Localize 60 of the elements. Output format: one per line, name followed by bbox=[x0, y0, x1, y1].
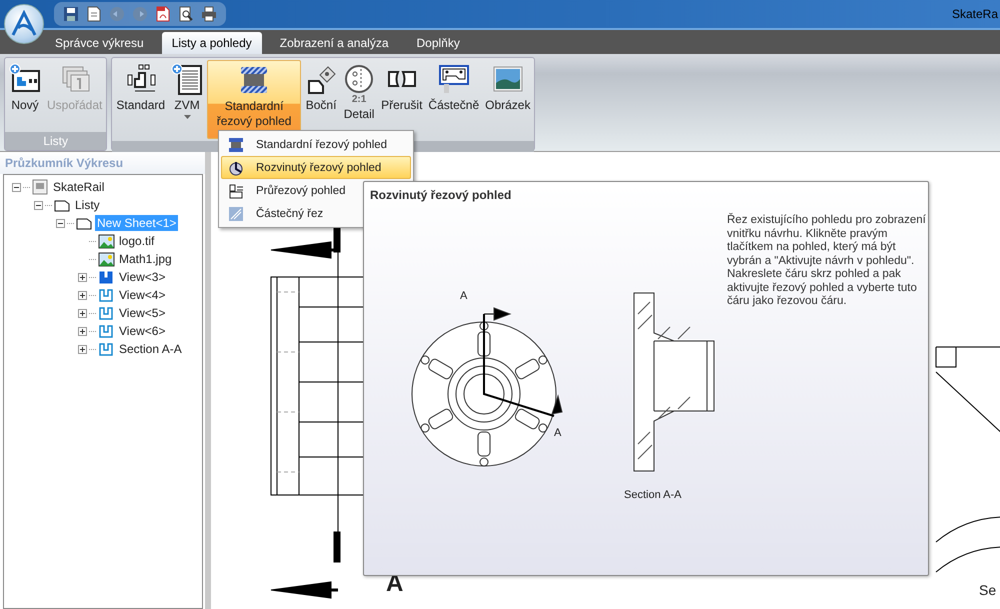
tree-item[interactable]: Section A-A bbox=[117, 341, 184, 357]
pdf-icon[interactable] bbox=[154, 5, 172, 23]
image-icon bbox=[98, 233, 115, 249]
window-title: SkateRa bbox=[952, 7, 998, 21]
collapse-icon[interactable] bbox=[12, 182, 21, 192]
tree-item[interactable]: SkateRail bbox=[51, 179, 106, 195]
ribbon-tab[interactable]: Správce výkresu bbox=[45, 32, 154, 54]
tree-item[interactable]: View<6> bbox=[117, 323, 168, 339]
section-label: A bbox=[554, 427, 562, 439]
collapse-icon[interactable] bbox=[34, 200, 43, 210]
hatched-section-icon bbox=[228, 136, 244, 152]
image-icon bbox=[98, 251, 115, 267]
drawing-file-icon bbox=[32, 179, 49, 195]
tree-item[interactable]: View<3> bbox=[117, 269, 168, 285]
detail-circle-icon bbox=[343, 63, 376, 95]
ribbon-tab[interactable]: Listy a pohledy bbox=[162, 32, 262, 54]
view-icon bbox=[98, 305, 115, 321]
ribbon-button[interactable]: Nový bbox=[7, 60, 43, 130]
tree-item[interactable]: Math1.jpg bbox=[117, 251, 174, 267]
collapse-icon[interactable] bbox=[56, 218, 65, 228]
expand-icon[interactable] bbox=[78, 290, 87, 300]
ribbon-tab[interactable]: Doplňky bbox=[406, 32, 470, 54]
lined-sheet-icon bbox=[171, 63, 204, 95]
partial-section-icon bbox=[228, 206, 244, 222]
menu-item[interactable]: Rozvinutý řezový pohled bbox=[221, 156, 411, 179]
save-icon[interactable] bbox=[62, 5, 80, 23]
scale-text: 2:1 bbox=[352, 95, 366, 105]
expand-icon[interactable] bbox=[78, 272, 87, 282]
tooltip-description: Řez existujícího pohledu pro zobrazení vnitřku návrhu. Klikněte pravým tlačítkem na pohled, který má být vybrán a "Aktivujte návrh v pohledu". Nakreslete čáru skrz pohled a pak aktivujte řezový pohled a vyberte tuto čáru jako řezovou čáru. bbox=[727, 214, 927, 308]
ribbon-button[interactable]: Obrázek bbox=[483, 60, 532, 139]
caret-icon bbox=[184, 115, 191, 119]
app-logo-icon[interactable] bbox=[4, 4, 44, 44]
expand-icon[interactable] bbox=[78, 308, 87, 318]
ribbon-button[interactable]: Standardní řezový pohled bbox=[207, 60, 302, 139]
partial-view-icon bbox=[438, 63, 470, 95]
new-sheet-icon bbox=[9, 63, 41, 95]
section-label: A bbox=[460, 290, 468, 302]
tree-item[interactable]: logo.tif bbox=[117, 233, 156, 249]
ribbon-tab[interactable]: Zobrazení a analýza bbox=[270, 32, 398, 54]
view-icon bbox=[98, 269, 115, 285]
figure-caption: Section A-A bbox=[624, 489, 682, 501]
aligned-section-icon bbox=[228, 160, 244, 176]
ribbon-button[interactable]: Částečně bbox=[426, 60, 482, 139]
cross-section-icon bbox=[228, 182, 244, 198]
tree-item[interactable]: View<5> bbox=[117, 305, 168, 321]
magnifier-icon[interactable] bbox=[177, 5, 195, 23]
section-label: Se bbox=[979, 582, 996, 598]
ribbon-button[interactable]: Standard bbox=[114, 60, 168, 139]
view-icon bbox=[98, 287, 115, 303]
expand-icon[interactable] bbox=[78, 326, 87, 336]
tree-item[interactable]: View<4> bbox=[117, 287, 168, 303]
view-icon bbox=[98, 341, 115, 357]
tooltip-title: Rozvinutý řezový pohled bbox=[370, 188, 512, 202]
ribbon-button[interactable]: ZVM bbox=[169, 60, 206, 139]
tree-item[interactable]: Listy bbox=[73, 197, 102, 213]
group-label: Listy bbox=[5, 132, 106, 150]
view-icon bbox=[98, 323, 115, 339]
document-icon[interactable] bbox=[85, 5, 103, 23]
expand-icon[interactable] bbox=[78, 344, 87, 354]
printer-icon[interactable] bbox=[200, 5, 218, 23]
